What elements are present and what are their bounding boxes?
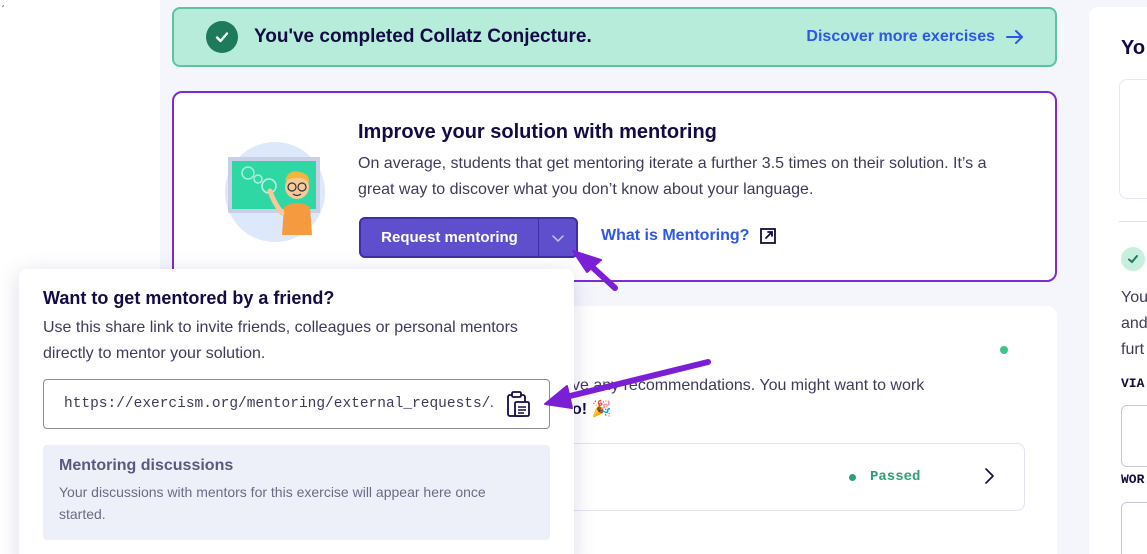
sidebar-image [1119, 79, 1147, 199]
completion-message: You've completed Collatz Conjecture. [254, 26, 592, 47]
corner-glyph: ˏ [1, 0, 5, 8]
recommendation-text: ve any recommendations. You might want t… [572, 377, 925, 394]
passed-dot [849, 474, 856, 481]
share-link-field[interactable]: https://exercism.org/mentoring/external_… [43, 379, 550, 429]
mentoring-title: Improve your solution with mentoring [358, 121, 717, 143]
request-mentoring-label: Request mentoring [361, 219, 539, 256]
chevron-right-icon [985, 468, 994, 484]
what-is-mentoring-link[interactable]: What is Mentoring? [601, 227, 777, 245]
popup-description: Use this share link to invite friends, c… [43, 319, 518, 362]
external-link-icon [760, 228, 777, 244]
arrow-right-icon [1006, 30, 1023, 44]
chevron-down-icon [551, 234, 564, 242]
discussions-title: Mentoring discussions [59, 457, 234, 474]
check-icon [206, 21, 238, 53]
recommendation-bold-text: o! 🎉 [572, 401, 612, 418]
discover-more-exercises-link[interactable]: Discover more exercises [806, 28, 1025, 46]
popup-title: Want to get mentored by a friend? [43, 288, 335, 308]
discover-link-label: Discover more exercises [806, 28, 995, 45]
request-mentoring-button[interactable]: Request mentoring [359, 217, 578, 258]
passed-status: Passed [870, 469, 921, 485]
copy-link-button[interactable] [503, 389, 533, 419]
sidebar-text: You and furt [1121, 289, 1147, 358]
check-small-icon [1121, 247, 1145, 271]
mentor-by-friend-popup: Want to get mentored by a friend? Use th… [19, 269, 574, 554]
mentoring-card: Improve your solution with mentoring On … [172, 91, 1057, 282]
request-mentoring-dropdown[interactable] [539, 219, 576, 256]
sidebar-field-1[interactable] [1121, 405, 1147, 467]
recommended-exercise-item[interactable]: Passed [562, 443, 1025, 511]
discussions-text: Your discussions with mentors for this e… [59, 484, 486, 522]
right-sidebar: Yo You and furt VIA WOR e [1089, 7, 1147, 554]
clipboard-icon [507, 391, 530, 417]
sidebar-label-via: VIA [1121, 376, 1145, 391]
sidebar-label-wor: WOR [1121, 472, 1145, 487]
share-link-url[interactable]: https://exercism.org/mentoring/external_… [64, 396, 494, 412]
sidebar-field-2[interactable]: e [1121, 502, 1147, 554]
sidebar-title: Yo [1121, 37, 1146, 59]
mentoring-discussions-box: Mentoring discussions Your discussions w… [43, 445, 550, 540]
sidebar-divider [1119, 221, 1147, 222]
mentoring-description: On average, students that get mentoring … [358, 155, 987, 198]
completion-banner: You've completed Collatz Conjecture. Dis… [172, 7, 1057, 67]
mentoring-illustration [225, 142, 325, 242]
status-dot [1000, 346, 1008, 354]
what-is-mentoring-label: What is Mentoring? [601, 227, 750, 244]
